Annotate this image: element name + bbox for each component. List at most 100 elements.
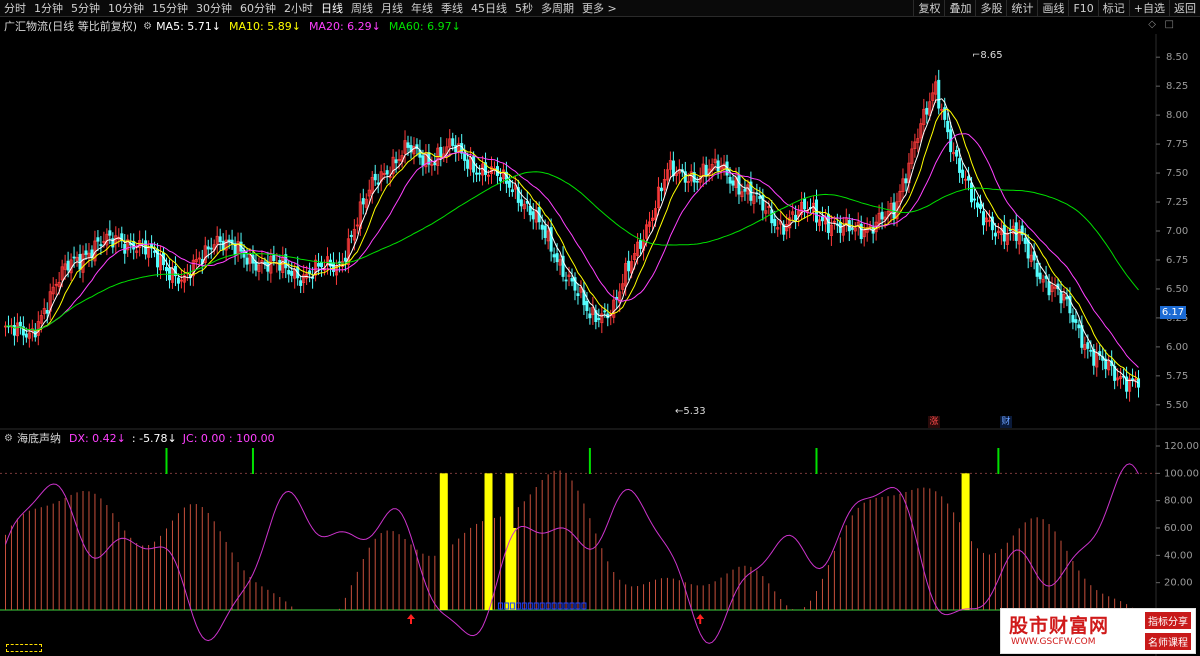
y-tick-label: 7.00 xyxy=(1166,226,1188,237)
jc-label: JC: 0.00 : 100.00 xyxy=(182,431,275,445)
candle-body xyxy=(531,211,535,220)
candle-body xyxy=(639,239,643,249)
candle-body xyxy=(1023,237,1027,244)
candle-body xyxy=(12,325,16,336)
candle-body xyxy=(570,278,574,282)
candle-body xyxy=(343,257,347,262)
candle-body xyxy=(209,247,213,250)
candle-body xyxy=(221,240,225,251)
candle-body xyxy=(361,198,365,205)
candle-body xyxy=(973,198,977,201)
candle-body xyxy=(507,180,511,188)
y-tick-label: 7.25 xyxy=(1166,197,1188,208)
candle-body xyxy=(96,237,100,242)
candle-body xyxy=(794,214,798,221)
candle-body xyxy=(1059,291,1063,304)
candle-body xyxy=(287,269,291,275)
candle-body xyxy=(66,260,70,271)
candle-body xyxy=(585,300,589,311)
candle-body xyxy=(406,142,410,148)
candle-body xyxy=(659,187,663,192)
signal-bar xyxy=(439,473,448,610)
candle-body xyxy=(695,180,699,183)
candle-body xyxy=(433,162,437,166)
candle-body xyxy=(731,180,735,186)
sub-y-tick-label: 80.00 xyxy=(1164,496,1193,507)
candle-body xyxy=(478,172,482,175)
candle-body xyxy=(552,254,556,258)
candle-body xyxy=(826,213,830,233)
candle-body xyxy=(880,211,884,220)
indicator-title[interactable]: 海底声纳 xyxy=(17,430,61,446)
candle-body xyxy=(1008,229,1012,232)
candle-body xyxy=(704,164,708,177)
ma60-line xyxy=(5,171,1139,331)
kline-chart[interactable]: 8.508.258.007.757.507.257.006.756.506.25… xyxy=(0,0,1200,656)
candle-body xyxy=(1026,239,1030,259)
candle-body xyxy=(1035,262,1039,277)
candle-body xyxy=(472,156,476,173)
candle-body xyxy=(519,199,523,207)
candle-body xyxy=(206,246,210,250)
finance-badge[interactable]: 财 xyxy=(1000,416,1012,428)
candle-body xyxy=(716,160,720,172)
candle-body xyxy=(981,211,985,226)
candle-body xyxy=(373,173,377,181)
signal-bar xyxy=(961,473,970,610)
y-tick-label: 8.50 xyxy=(1166,52,1188,63)
candle-body xyxy=(218,236,222,243)
candle-body xyxy=(385,170,389,175)
y-tick-label: 6.00 xyxy=(1166,342,1188,353)
buy-signal-marker xyxy=(588,448,591,474)
candle-body xyxy=(1086,342,1090,349)
candle-body xyxy=(227,239,231,242)
candle-body xyxy=(394,159,398,164)
candle-body xyxy=(245,257,249,265)
y-tick-label: 8.00 xyxy=(1166,110,1188,121)
limit-up-badge[interactable]: 涨 xyxy=(928,416,940,428)
candle-body xyxy=(820,216,824,222)
indicator-settings-icon[interactable]: ⚙ xyxy=(4,433,13,444)
candle-body xyxy=(543,225,547,238)
candle-body xyxy=(1038,272,1042,280)
candle-body xyxy=(84,250,88,255)
watermark-logo: 股市财富网 WWW.GSCFW.COM 指标分享 名师课程 xyxy=(1000,608,1196,654)
candle-body xyxy=(463,153,467,161)
candle-body xyxy=(278,260,282,271)
candle-body xyxy=(176,277,180,284)
y-tick-label: 7.75 xyxy=(1166,139,1188,150)
candle-body xyxy=(510,189,514,193)
y-tick-label: 5.75 xyxy=(1166,371,1188,382)
y-tick-label: 6.50 xyxy=(1166,284,1188,295)
candle-body xyxy=(671,160,675,177)
candle-body xyxy=(99,244,103,247)
indicator-header: ⚙ 海底声纳 DX: 0.42↓ : -5.78↓ JC: 0.00 : 100… xyxy=(0,430,1160,446)
candle-body xyxy=(627,260,631,272)
candle-body xyxy=(153,250,157,253)
candle-body xyxy=(961,169,965,178)
candle-body xyxy=(18,321,22,327)
buy-signal-marker xyxy=(815,448,818,474)
candle-body xyxy=(925,107,929,115)
buy-signal-marker xyxy=(251,448,254,474)
watermark-tag-course: 名师课程 xyxy=(1145,633,1191,650)
red-arrow-marker xyxy=(696,614,705,624)
sub-y-tick-label: 60.00 xyxy=(1164,523,1193,534)
candle-body xyxy=(1077,324,1081,329)
ma10-line xyxy=(5,108,1139,380)
candle-body xyxy=(946,120,950,133)
indicator-tab-strip[interactable] xyxy=(6,644,42,652)
candle-body xyxy=(970,182,974,203)
candle-body xyxy=(1089,349,1093,352)
ma5-line xyxy=(5,98,1139,384)
candle-body xyxy=(24,333,28,338)
sub-y-tick-label: 100.00 xyxy=(1164,468,1199,479)
max-price-value: 8.65 xyxy=(980,50,1003,61)
candle-body xyxy=(1047,281,1051,296)
candle-body xyxy=(272,254,276,261)
candle-body xyxy=(904,178,908,184)
candle-body xyxy=(317,263,321,267)
candle-body xyxy=(540,224,544,230)
candle-body xyxy=(564,279,568,282)
y-tick-label: 6.75 xyxy=(1166,255,1188,266)
